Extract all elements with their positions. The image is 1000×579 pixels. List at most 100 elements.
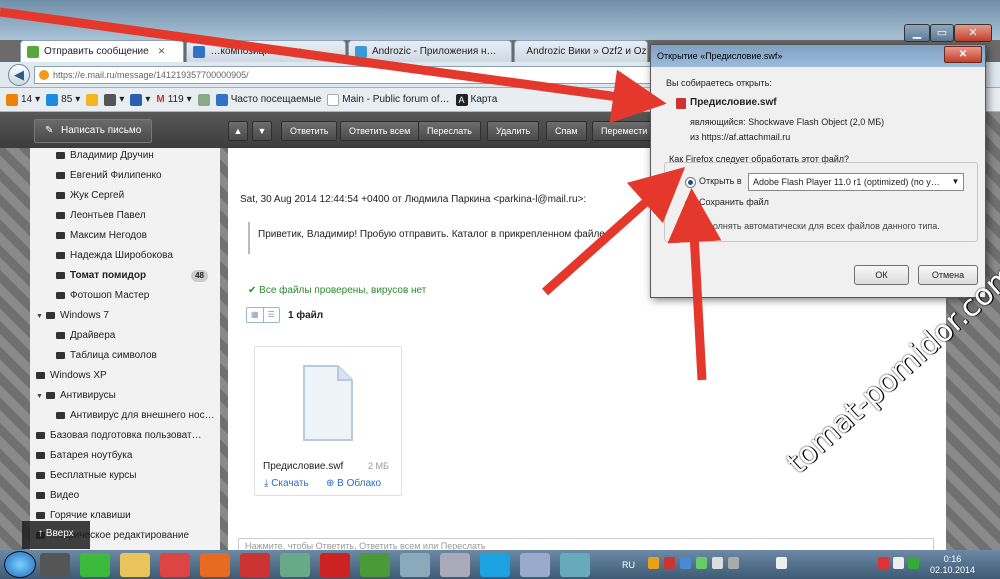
notepad-icon[interactable]	[520, 553, 550, 577]
utorrent-icon[interactable]	[360, 553, 390, 577]
close-tab-icon[interactable]: ✕	[294, 46, 302, 57]
close-window-button[interactable]: ✕	[954, 24, 992, 42]
folder-label: Антивирусы	[60, 390, 116, 401]
language-indicator[interactable]: RU	[622, 560, 635, 570]
folder-item[interactable]: ▼ Антивирусы	[36, 386, 218, 406]
chevron-down-icon[interactable]: ▼	[948, 174, 963, 190]
maximize-button[interactable]: ▭	[930, 24, 954, 42]
tray-app-icon[interactable]	[776, 557, 787, 569]
folder-item[interactable]: Базовая подготовка пользоват…	[36, 426, 218, 446]
expand-arrow-icon[interactable]: ▼	[36, 387, 46, 406]
tray-app-icon[interactable]	[680, 557, 691, 569]
folder-item[interactable]: Windows XP	[36, 366, 218, 386]
delete-button[interactable]: Удалить	[487, 121, 540, 141]
folder-item[interactable]: Томат помидор 48	[56, 266, 218, 286]
dialog-close-button[interactable]: ✕	[944, 46, 982, 63]
bookmark-map[interactable]: A Карта	[455, 93, 497, 106]
paint-icon[interactable]	[240, 553, 270, 577]
folder-icon	[56, 171, 65, 179]
chrome-icon[interactable]	[160, 553, 190, 577]
calculator-icon[interactable]	[280, 553, 310, 577]
folder-item[interactable]: ▼ Windows 7	[36, 306, 218, 326]
folder-item[interactable]: Видео	[36, 486, 218, 506]
folder-item[interactable]: Надежда Широбокова	[56, 246, 218, 266]
clock[interactable]: 0:16 02.10.2014	[930, 554, 975, 576]
network-icon[interactable]	[560, 553, 590, 577]
firefox-icon[interactable]	[200, 553, 230, 577]
bookmark-ok[interactable]: 14 ▾	[6, 93, 40, 106]
bookmark-camera[interactable]: ▾	[104, 93, 125, 106]
dropdown-icon: ▾	[119, 94, 125, 105]
url-text: https://e.mail.ru/message/14121935770000…	[53, 70, 249, 80]
minimize-button[interactable]: ▁	[904, 24, 930, 42]
folder-item[interactable]: Евгений Филипенко	[56, 166, 218, 186]
opera-icon[interactable]	[320, 553, 350, 577]
tray-app-icon[interactable]	[696, 557, 707, 569]
cancel-button[interactable]: Отмена	[918, 265, 978, 285]
icq-icon[interactable]	[80, 553, 110, 577]
download-link[interactable]: ⤓ Скачать	[264, 478, 309, 489]
bookmark-label: Часто посещаемые	[230, 94, 322, 105]
folder-item[interactable]: Таблица символов	[56, 346, 218, 366]
tab-label: Отправить сообщение	[44, 46, 149, 57]
compose-button[interactable]: Написать письмо	[34, 119, 152, 143]
folder-item[interactable]: Леонтьев Павел	[56, 206, 218, 226]
tray-app-icon[interactable]	[648, 557, 659, 569]
folder-item[interactable]: Бесплатные курсы	[36, 466, 218, 486]
bookmark-b[interactable]: ▾	[130, 93, 150, 106]
scroll-top-button[interactable]: ↑ Вверх	[22, 521, 90, 549]
grid-view-icon[interactable]: ▦	[247, 308, 264, 322]
tab-androzic-apps[interactable]: Androzic - Приложения н…	[347, 40, 513, 62]
ok-button[interactable]: ОК	[854, 265, 909, 285]
bookmark-tools[interactable]	[197, 93, 210, 106]
application-select[interactable]: Adobe Flash Player 11.0 r1 (optimized) (…	[748, 173, 964, 191]
tab-androzic-wiki[interactable]: Androzic Вики » Ozf2 и Oz…	[514, 40, 648, 62]
folder-item[interactable]: Владимир Дручин	[56, 146, 218, 166]
list-view-icon[interactable]: ☰	[264, 308, 280, 322]
save-file-radio[interactable]	[685, 198, 696, 209]
tray-app-icon[interactable]	[878, 557, 889, 569]
folder-item[interactable]: Максим Негодов	[56, 226, 218, 246]
back-button[interactable]: ◀	[8, 64, 30, 86]
bookmark-gmail[interactable]: M 119 ▾	[156, 94, 191, 105]
next-message-button[interactable]: ▼	[252, 121, 272, 141]
folder-item[interactable]: Жук Сергей	[56, 186, 218, 206]
folder-item[interactable]: Фотошоп Мастер	[56, 286, 218, 306]
grip-icon[interactable]	[40, 553, 70, 577]
forward-button[interactable]: Переслать	[418, 121, 481, 141]
skype-icon[interactable]	[480, 553, 510, 577]
tray-app-icon[interactable]	[664, 557, 675, 569]
folder-label: Горячие клавиши	[50, 510, 131, 521]
tray-app-icon[interactable]	[728, 557, 739, 569]
folder-item[interactable]: Драйвера	[56, 326, 218, 346]
close-tab-icon[interactable]: ✕	[158, 46, 166, 57]
tab-compositions[interactable]: …композиции… ✕	[186, 40, 346, 62]
start-icon[interactable]	[4, 551, 36, 578]
spam-button[interactable]: Спам	[546, 121, 587, 141]
reply-all-button[interactable]: Ответить всем	[340, 121, 420, 141]
tools-icon[interactable]	[440, 553, 470, 577]
prev-message-button[interactable]: ▲	[228, 121, 248, 141]
tab-send-message[interactable]: Отправить сообщение ✕	[20, 40, 185, 62]
folder-icon[interactable]	[120, 553, 150, 577]
tray-app-icon[interactable]	[712, 557, 723, 569]
bookmark-forum[interactable]: Main - Public forum of…	[327, 93, 450, 106]
reply-button[interactable]: Ответить	[281, 121, 338, 141]
brush-icon[interactable]	[400, 553, 430, 577]
bookmark-mail[interactable]: 85 ▾	[46, 93, 80, 106]
bookmark-pencil[interactable]	[86, 93, 99, 106]
bookmark-frequent[interactable]: Часто посещаемые	[215, 93, 322, 106]
save-to-cloud-link[interactable]: ⊕ В Облако	[326, 478, 381, 489]
address-input[interactable]: https://e.mail.ru/message/14121935770000…	[34, 66, 654, 84]
folder-item[interactable]: Батарея ноутбука	[36, 446, 218, 466]
move-button[interactable]: Перемести	[592, 121, 652, 141]
folder-label: Надежда Широбокова	[70, 250, 173, 261]
expand-arrow-icon[interactable]: ▼	[36, 307, 46, 326]
bookmark-label: 119	[167, 94, 184, 105]
tray-app-icon[interactable]	[908, 557, 919, 569]
folder-item[interactable]: Антивирус для внешнего нос…	[56, 406, 218, 426]
auto-action-checkbox[interactable]	[682, 221, 693, 232]
ok-icon	[6, 93, 18, 106]
tray-app-icon[interactable]	[893, 557, 904, 569]
mail-icon	[27, 45, 39, 58]
